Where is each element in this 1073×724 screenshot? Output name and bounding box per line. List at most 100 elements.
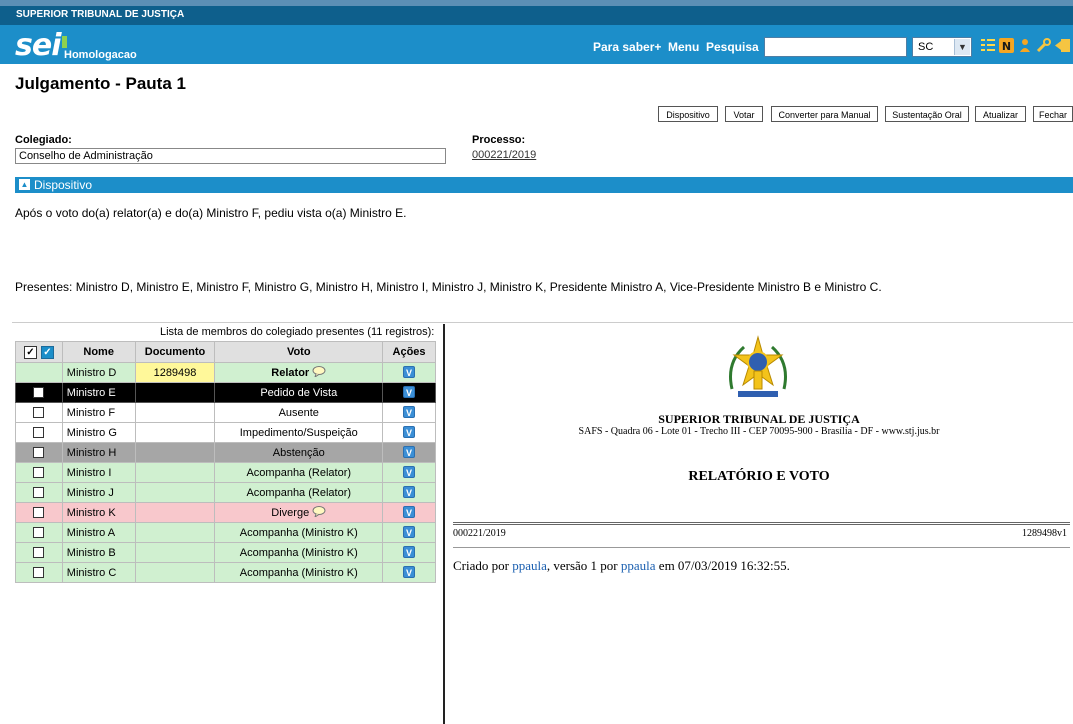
vote-action-icon[interactable]: V <box>403 526 416 538</box>
table-row: Ministro E Pedido de Vista V <box>15 382 436 403</box>
tools-icon[interactable] <box>1035 38 1051 54</box>
members-table: ✓ ✓ Nome Documento Voto Ações Ministro D … <box>15 341 436 583</box>
row-checkbox[interactable] <box>33 427 45 439</box>
vote-label: Acompanha (Ministro K) <box>214 542 384 563</box>
row-checkbox[interactable] <box>33 567 45 579</box>
link-pesquisa[interactable]: Pesquisa <box>706 40 759 54</box>
vote-action-icon[interactable]: V <box>403 566 416 578</box>
row-checkbox[interactable] <box>33 547 45 559</box>
member-name: Ministro H <box>61 442 136 463</box>
member-name: Ministro E <box>61 382 136 403</box>
select-all-header: ✓ ✓ <box>15 341 63 363</box>
collapse-icon[interactable]: ▲ <box>19 179 30 191</box>
row-checkbox[interactable] <box>33 447 45 459</box>
table-row: Ministro I Acompanha (Relator) V <box>15 462 436 483</box>
vote-label: Ausente <box>214 402 384 423</box>
select-all-checkbox-2[interactable]: ✓ <box>40 345 54 359</box>
row-checkbox[interactable] <box>33 467 45 479</box>
table-header-row: ✓ ✓ Nome Documento Voto Ações <box>15 341 436 363</box>
converter-para-manual-button[interactable]: Converter para Manual <box>771 106 878 122</box>
dispositivo-button[interactable]: Dispositivo <box>658 106 718 122</box>
coat-of-arms-emblem <box>729 335 787 397</box>
document-link[interactable]: 1289498 <box>134 362 216 383</box>
document-cell <box>134 562 216 583</box>
row-checkbox[interactable] <box>33 407 45 419</box>
vote-action-icon[interactable]: V <box>403 426 416 438</box>
member-name: Ministro A <box>61 522 136 543</box>
svg-text:N: N <box>1001 40 1010 53</box>
vote-label: Acompanha (Ministro K) <box>214 562 384 583</box>
member-name: Ministro I <box>61 462 136 483</box>
vote-label: Abstenção <box>214 442 384 463</box>
table-row: Ministro K Diverge V <box>15 502 436 523</box>
chevron-down-icon: ▼ <box>954 39 970 55</box>
atualizar-button[interactable]: Atualizar <box>975 106 1026 122</box>
col-header-voto[interactable]: Voto <box>214 341 384 363</box>
member-name: Ministro J <box>61 482 136 503</box>
col-header-acoes: Ações <box>382 341 436 363</box>
vote-action-icon[interactable]: V <box>403 506 416 518</box>
vote-action-icon[interactable]: V <box>403 366 416 378</box>
vote-label: Relator <box>271 367 310 379</box>
sei-logo[interactable]: sei <box>15 28 67 63</box>
unit-select[interactable]: SC ▼ <box>912 37 972 57</box>
panel-splitter[interactable] <box>443 324 445 724</box>
document-cell <box>134 402 216 423</box>
vote-label: Acompanha (Ministro K) <box>214 522 384 543</box>
document-cell <box>134 462 216 483</box>
speech-bubble-icon[interactable] <box>312 366 326 377</box>
vote-action-icon[interactable]: V <box>403 546 416 558</box>
table-row: Ministro B Acompanha (Ministro K) V <box>15 542 436 563</box>
col-header-documento[interactable]: Documento <box>134 341 216 363</box>
dispositivo-section-header[interactable]: ▲ Dispositivo <box>15 177 1073 193</box>
list-view-icon[interactable] <box>980 38 996 54</box>
row-checkbox[interactable] <box>33 507 45 519</box>
table-row: Ministro A Acompanha (Ministro K) V <box>15 522 436 543</box>
vote-label: Acompanha (Relator) <box>214 462 384 483</box>
member-name: Ministro G <box>61 422 136 443</box>
notes-icon[interactable]: N <box>998 38 1014 54</box>
vote-action-icon[interactable]: V <box>403 406 416 418</box>
vote-action-icon[interactable]: V <box>403 446 416 458</box>
vote-label: Impedimento/Suspeição <box>214 422 384 443</box>
document-version: 1289498v1 <box>1022 528 1067 539</box>
divider <box>12 322 1073 323</box>
section-title: Dispositivo <box>34 178 93 192</box>
document-header-title: SUPERIOR TRIBUNAL DE JUSTIÇA <box>658 412 860 426</box>
link-menu[interactable]: Menu <box>668 40 699 54</box>
fechar-button[interactable]: Fechar <box>1033 106 1073 122</box>
org-bar: SUPERIOR TRIBUNAL DE JUSTIÇA <box>0 0 1073 25</box>
col-header-nome[interactable]: Nome <box>61 341 136 363</box>
row-checkbox[interactable] <box>33 487 45 499</box>
user-icon[interactable] <box>1017 38 1033 54</box>
dispositivo-text: Após o voto do(a) relator(a) e do(a) Min… <box>15 206 407 220</box>
vote-action-icon[interactable]: V <box>403 466 416 478</box>
document-cell <box>134 502 216 523</box>
document-cell <box>134 522 216 543</box>
link-para-saber[interactable]: Para saber+ <box>593 40 661 54</box>
member-name: Ministro F <box>61 402 136 423</box>
processo-link[interactable]: 000221/2019 <box>472 149 536 161</box>
table-row: Ministro D 1289498 Relator V <box>15 362 436 383</box>
vote-action-icon[interactable]: V <box>403 386 416 398</box>
colegiado-field[interactable]: Conselho de Administração <box>15 148 446 164</box>
member-name: Ministro D <box>61 362 136 383</box>
vote-action-icon[interactable]: V <box>403 486 416 498</box>
document-cell <box>134 442 216 463</box>
row-checkbox[interactable] <box>33 387 45 399</box>
row-checkbox[interactable] <box>33 527 45 539</box>
presentes-text: Presentes: Ministro D, Ministro E, Minis… <box>15 280 882 294</box>
member-name: Ministro C <box>61 562 136 583</box>
select-all-checkbox[interactable]: ✓ <box>23 345 37 359</box>
sustentacao-oral-button[interactable]: Sustentação Oral <box>885 106 969 122</box>
document-created-line: Criado por ppaula, versão 1 por ppaula e… <box>453 558 790 573</box>
search-input[interactable] <box>764 37 907 57</box>
speech-bubble-icon[interactable] <box>312 506 326 517</box>
version-author-link[interactable]: ppaula <box>621 558 656 573</box>
table-row: Ministro J Acompanha (Relator) V <box>15 482 436 503</box>
document-rule <box>453 547 1070 548</box>
document-cell <box>134 482 216 503</box>
creator-link[interactable]: ppaula <box>512 558 547 573</box>
votar-button[interactable]: Votar <box>725 106 763 122</box>
exit-icon[interactable] <box>1055 38 1071 54</box>
